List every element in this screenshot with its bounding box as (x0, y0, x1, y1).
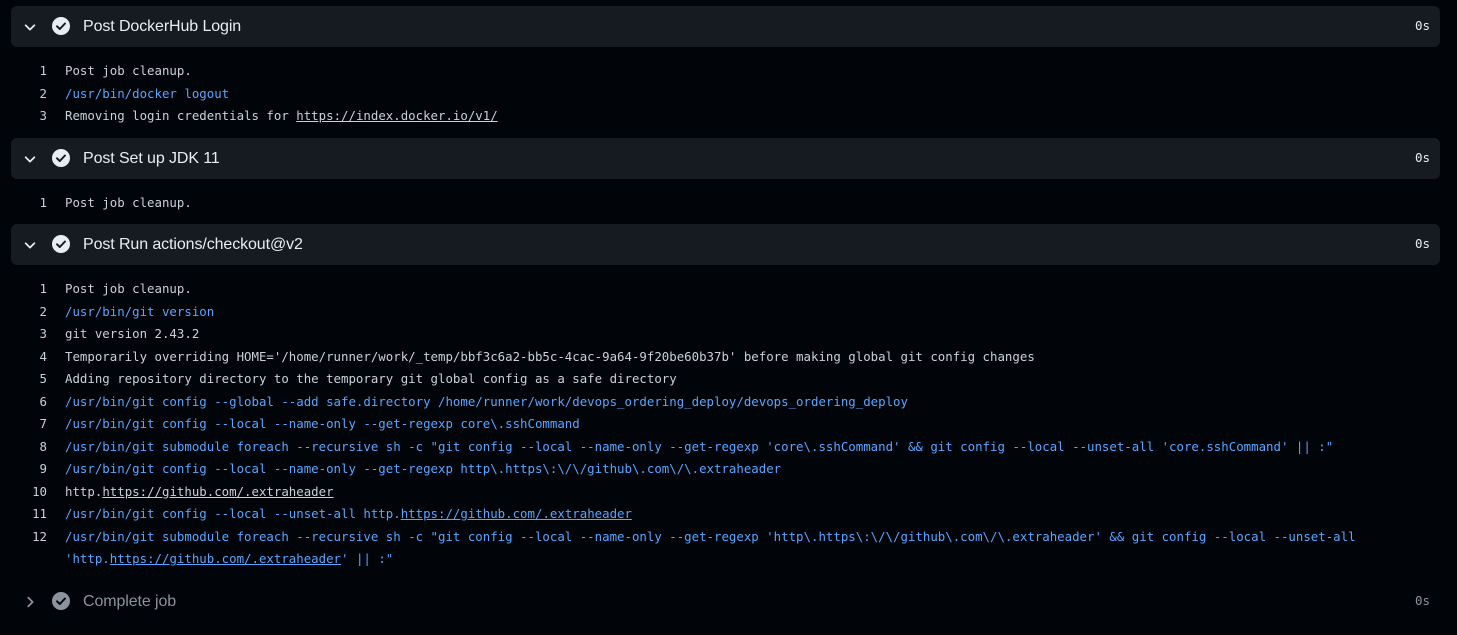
line-number[interactable]: 4 (0, 346, 65, 369)
log-line: 1 Post job cleanup. (0, 192, 1457, 215)
log-line: 11/usr/bin/git config --local --unset-al… (0, 503, 1457, 526)
log-link[interactable]: https://github.com/.extraheader (102, 484, 333, 499)
line-number[interactable]: 1 (0, 278, 65, 301)
log-text: Temporarily overriding HOME='/home/runne… (65, 348, 1035, 364)
log-command: 'http.https://github.com/.extraheader' |… (65, 548, 393, 571)
line-number[interactable]: 8 (0, 436, 65, 459)
chevron-down-icon[interactable] (23, 20, 37, 34)
log-command: /usr/bin/docker logout (65, 85, 230, 101)
check-circle-icon (52, 148, 70, 167)
step-duration: 0s (1414, 18, 1430, 33)
line-number[interactable]: 5 (0, 368, 65, 391)
step-title: Complete job (83, 592, 177, 610)
log-line: 10 http.https://github.com/.extraheader (0, 481, 1457, 504)
line-number[interactable]: 10 (0, 481, 65, 504)
log-line: 4 Temporarily overriding HOME='/home/runn… (0, 346, 1457, 369)
log-line: 3 Removing login credentials for https://… (0, 105, 1457, 128)
log-link[interactable]: https://index.docker.io/v1/ (296, 108, 497, 123)
log-command: /usr/bin/git config --local --name-only … (65, 461, 782, 476)
line-number[interactable]: 6 (0, 391, 65, 414)
step-header-post-set-up-jdk-11[interactable]: Post Set up JDK 11 0s (11, 137, 1440, 179)
step-duration: 0s (1414, 149, 1430, 165)
job-steps: Post DockerHub Login 0s 1 Post job cleanu… (0, 0, 1457, 622)
log-link[interactable]: https://github.com/.extraheader (110, 551, 341, 566)
log-link[interactable]: https://github.com/.extraheader (401, 506, 632, 521)
step-title: Post Set up JDK 11 (83, 149, 220, 167)
log-line: 5 Adding repository directory to the temp… (0, 368, 1457, 391)
line-number[interactable]: 3 (0, 323, 65, 346)
log-text-prefix: Removing login credentials for (65, 108, 297, 123)
log-line: 2/usr/bin/docker logout (0, 83, 1457, 106)
line-number[interactable]: 9 (0, 458, 65, 481)
step-title: Post Run actions/checkout@v2 (83, 236, 303, 253)
log-text: Removing login credentials for https://i… (65, 105, 498, 128)
line-number[interactable]: 12 (0, 526, 65, 549)
step-title: Post DockerHub Login (83, 18, 242, 35)
step-duration: 0s (1414, 592, 1430, 608)
log-line: 7/usr/bin/git config --local --name-only… (0, 413, 1457, 436)
log-command: /usr/bin/git config --local --unset-all … (65, 503, 632, 526)
line-number[interactable]: 2 (0, 83, 65, 106)
line-number[interactable]: 1 (0, 60, 65, 83)
chevron-right-icon[interactable] (23, 595, 37, 609)
check-circle-icon (52, 17, 70, 35)
line-number[interactable]: 3 (0, 105, 65, 128)
log-text: Post job cleanup. (65, 63, 192, 78)
log-text: http.https://github.com/.extraheader (65, 481, 334, 504)
log-text: git version 2.43.2 (65, 326, 200, 341)
line-number[interactable]: 11 (0, 503, 65, 526)
log-command: /usr/bin/git submodule foreach --recursi… (65, 438, 1334, 454)
log-line: 1 Post job cleanup. (0, 278, 1457, 301)
step-log: 1 Post job cleanup. (0, 179, 1457, 225)
log-text-prefix: 'http. (65, 551, 110, 566)
line-number[interactable]: 2 (0, 301, 65, 324)
log-text-prefix: /usr/bin/git config --local --unset-all … (65, 506, 401, 521)
log-command: /usr/bin/git config --global --add safe.… (65, 393, 908, 409)
log-text: Post job cleanup. (65, 194, 192, 210)
check-circle-icon (52, 235, 70, 253)
log-command: /usr/bin/git version (65, 303, 215, 319)
log-command: /usr/bin/git config --local --name-only … (65, 416, 580, 431)
check-circle-icon (52, 591, 70, 610)
line-number[interactable]: 7 (0, 413, 65, 436)
log-text: Post job cleanup. (65, 281, 192, 296)
log-line: 6/usr/bin/git config --global --add safe… (0, 391, 1457, 414)
log-line: 12/usr/bin/git submodule foreach --recur… (0, 526, 1457, 549)
line-number[interactable]: 1 (0, 192, 65, 215)
step-header-complete-job[interactable]: Complete job 0s (11, 581, 1440, 622)
step-log: 1 Post job cleanup. 2/usr/bin/docker logo… (0, 47, 1457, 138)
log-line: 9/usr/bin/git config --local --name-only… (0, 458, 1457, 481)
log-line: 1 Post job cleanup. (0, 60, 1457, 83)
chevron-down-icon[interactable] (23, 152, 37, 166)
log-line: 8/usr/bin/git submodule foreach --recurs… (0, 436, 1457, 459)
log-line: 3 git version 2.43.2 (0, 323, 1457, 346)
log-text-prefix: http. (65, 483, 103, 499)
log-text-suffix: ' || :" (341, 551, 394, 566)
log-line-continuation: 12'http.https://github.com/.extraheader'… (0, 548, 1457, 571)
log-command: /usr/bin/git submodule foreach --recursi… (65, 528, 1356, 544)
step-duration: 0s (1414, 236, 1430, 251)
log-text: Adding repository directory to the tempo… (65, 371, 677, 386)
log-line: 2/usr/bin/git version (0, 301, 1457, 324)
chevron-down-icon[interactable] (23, 238, 37, 252)
step-header-post-run-actions-checkout[interactable]: Post Run actions/checkout@v2 0s (11, 224, 1440, 265)
step-log: 1 Post job cleanup. 2/usr/bin/git version… (0, 265, 1457, 581)
step-header-post-dockerhub-login[interactable]: Post DockerHub Login 0s (11, 6, 1440, 47)
